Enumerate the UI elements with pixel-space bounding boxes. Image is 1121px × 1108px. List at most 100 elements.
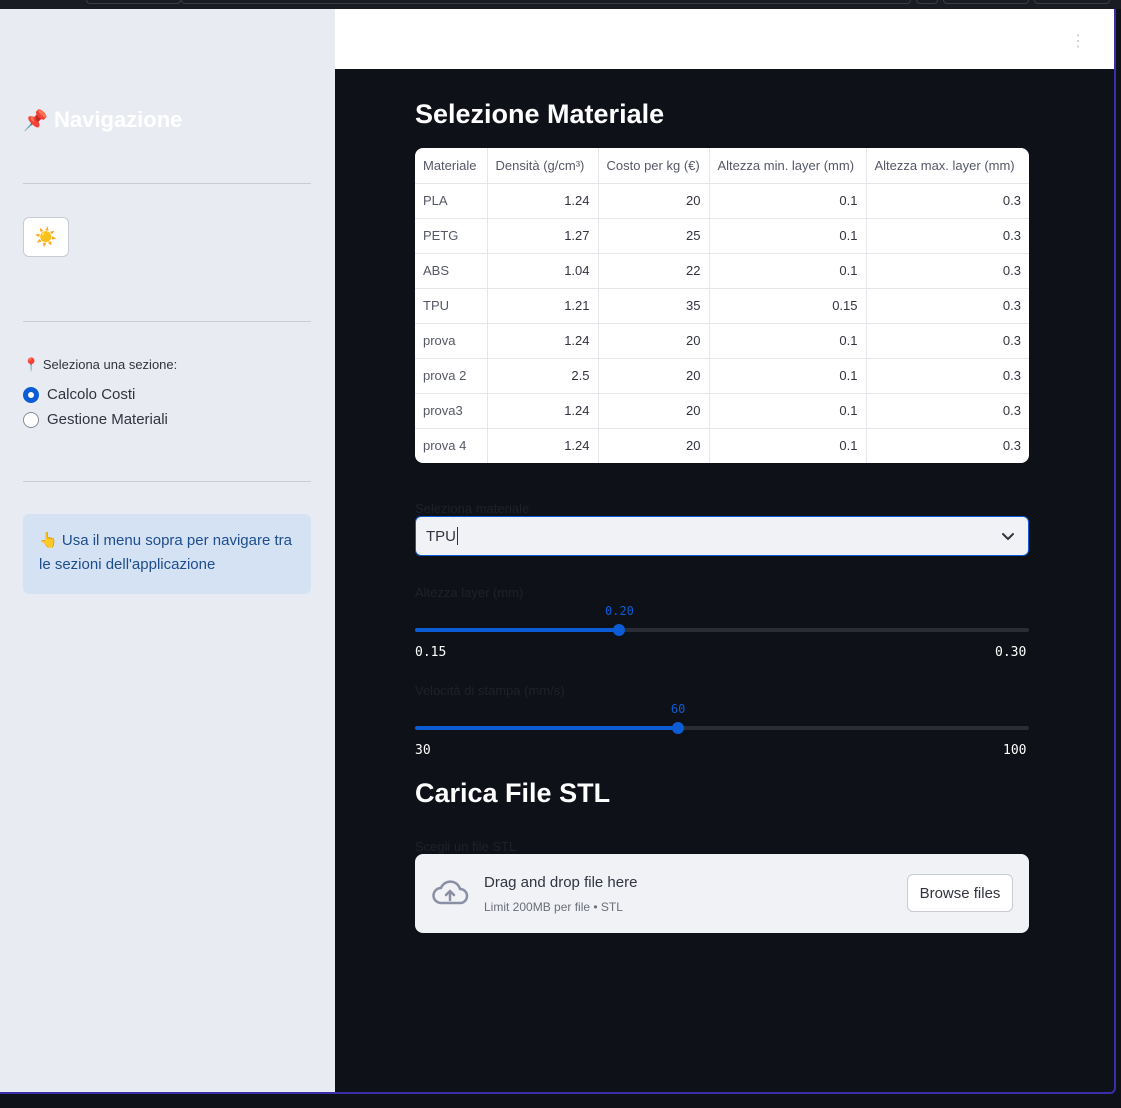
table-cell[interactable]: 0.3 [866, 218, 1029, 254]
table-cell[interactable]: prova 4 [415, 428, 488, 463]
pointing-up-icon: 👆 [39, 532, 58, 549]
radio-unselected-icon[interactable] [23, 411, 39, 428]
info-text: Usa il menu sopra per navigare tra le se… [39, 532, 292, 573]
toolbar-button[interactable] [916, 0, 938, 4]
chevron-down-icon[interactable] [1000, 528, 1016, 544]
radio-gestione-materiali[interactable]: Gestione Materiali [23, 411, 168, 428]
table-cell[interactable]: 20 [598, 393, 710, 429]
table-cell[interactable]: 0.1 [709, 323, 867, 359]
slider-min-label: 30 [415, 743, 431, 758]
section-radio-label: 📍 Seleziona una sezione: [23, 357, 177, 373]
table-cell[interactable]: 0.3 [866, 183, 1029, 219]
address-bar[interactable] [181, 0, 911, 4]
slider-max-label: 0.30 [995, 645, 1027, 660]
toolbar-button[interactable] [1034, 0, 1110, 4]
browser-tab[interactable] [86, 0, 181, 4]
table-cell[interactable]: 0.3 [866, 288, 1029, 324]
slider-thumb[interactable] [613, 624, 626, 636]
table-row[interactable]: prova 1.24 20 0.1 0.3 [415, 323, 1029, 359]
table-cell[interactable]: 1.24 [487, 323, 599, 359]
table-row[interactable]: PLA 1.24 20 0.1 0.3 [415, 183, 1029, 219]
table-cell[interactable]: 20 [598, 183, 710, 219]
sidebar: 📌 Navigazione ☀️ 📍 Seleziona una sezione… [0, 9, 335, 1092]
app-header: ⋮ [335, 9, 1114, 69]
main-content: Selezione Materiale Materiale Densità (g… [335, 69, 1114, 1092]
table-row[interactable]: ABS 1.04 22 0.1 0.3 [415, 253, 1029, 289]
material-select[interactable]: TPU [415, 516, 1029, 556]
slider-fill [415, 628, 620, 632]
table-cell[interactable]: ABS [415, 253, 488, 289]
table-cell[interactable]: TPU [415, 288, 488, 324]
file-dropzone[interactable]: Drag and drop file here Limit 200MB per … [415, 854, 1029, 933]
table-cell[interactable]: 0.3 [866, 358, 1029, 394]
radio-selected-icon[interactable] [23, 386, 39, 403]
table-cell[interactable]: 20 [598, 323, 710, 359]
table-cell[interactable]: 1.24 [487, 428, 599, 463]
table-row[interactable]: TPU 1.21 35 0.15 0.3 [415, 288, 1029, 324]
table-cell[interactable]: PLA [415, 183, 488, 219]
sidebar-title-text: Navigazione [54, 107, 183, 132]
more-menu-icon[interactable]: ⋮ [1070, 31, 1086, 51]
table-cell[interactable]: 0.15 [709, 288, 867, 324]
material-section-title: Selezione Materiale [415, 99, 665, 129]
theme-toggle-button[interactable]: ☀️ [23, 217, 69, 257]
column-header[interactable]: Materiale [415, 148, 488, 184]
table-cell[interactable]: 20 [598, 428, 710, 463]
column-header[interactable]: Densità (g/cm³) [487, 148, 599, 184]
column-header[interactable]: Altezza max. layer (mm) [866, 148, 1029, 184]
table-cell[interactable]: 0.1 [709, 183, 867, 219]
toolbar-button[interactable] [943, 0, 1029, 4]
column-header[interactable]: Altezza min. layer (mm) [709, 148, 867, 184]
table-cell[interactable]: prova3 [415, 393, 488, 429]
browse-files-button[interactable]: Browse files [907, 874, 1013, 912]
table-cell[interactable]: 1.24 [487, 393, 599, 429]
table-cell[interactable]: PETG [415, 218, 488, 254]
round-pushpin-icon: 📍 [23, 357, 40, 372]
table-cell[interactable]: 1.21 [487, 288, 599, 324]
table-row[interactable]: prova 4 1.24 20 0.1 0.3 [415, 428, 1029, 463]
table-cell[interactable]: 0.1 [709, 218, 867, 254]
layer-height-slider[interactable]: 0.20 [415, 604, 1029, 636]
table-cell[interactable]: 0.3 [866, 428, 1029, 463]
table-cell[interactable]: 0.3 [866, 253, 1029, 289]
table-cell[interactable]: 0.1 [709, 358, 867, 394]
column-header[interactable]: Costo per kg (€) [598, 148, 710, 184]
table-cell[interactable]: 0.1 [709, 393, 867, 429]
divider [23, 321, 311, 322]
app-frame: 📌 Navigazione ☀️ 📍 Seleziona una sezione… [0, 9, 1116, 1094]
table-row[interactable]: PETG 1.27 25 0.1 0.3 [415, 218, 1029, 254]
material-select-value: TPU [426, 527, 456, 545]
table-cell[interactable]: 1.27 [487, 218, 599, 254]
text-cursor [457, 527, 458, 545]
table-cell[interactable]: 22 [598, 253, 710, 289]
table-cell[interactable]: prova 2 [415, 358, 488, 394]
table-cell[interactable]: 0.3 [866, 393, 1029, 429]
print-speed-slider[interactable]: 60 [415, 702, 1029, 734]
upload-section-title: Carica File STL [415, 778, 611, 808]
table-cell[interactable]: 1.04 [487, 253, 599, 289]
table-row[interactable]: prova3 1.24 20 0.1 0.3 [415, 393, 1029, 429]
table-header-row: Materiale Densità (g/cm³) Costo per kg (… [415, 148, 1029, 184]
table-cell[interactable]: 0.3 [866, 323, 1029, 359]
radio-option-label: Gestione Materiali [47, 411, 168, 428]
divider [23, 183, 311, 184]
table-cell[interactable]: 1.24 [487, 183, 599, 219]
slider-fill [415, 726, 679, 730]
table-cell[interactable]: 20 [598, 358, 710, 394]
radio-calcolo-costi[interactable]: Calcolo Costi [23, 386, 135, 403]
table-cell[interactable]: 0.1 [709, 428, 867, 463]
slider-value: 0.20 [605, 604, 634, 618]
section-radio-label-text: Seleziona una sezione: [42, 357, 178, 372]
table-cell[interactable]: prova [415, 323, 488, 359]
materials-table[interactable]: Materiale Densità (g/cm³) Costo per kg (… [415, 148, 1029, 463]
table-cell[interactable]: 2.5 [487, 358, 599, 394]
cloud-upload-icon [432, 880, 469, 905]
slider-thumb[interactable] [672, 722, 685, 734]
sidebar-title: 📌 Navigazione [23, 107, 182, 133]
table-cell[interactable]: 0.1 [709, 253, 867, 289]
table-cell[interactable]: 25 [598, 218, 710, 254]
divider [23, 481, 311, 482]
info-box: 👆 Usa il menu sopra per navigare tra le … [23, 514, 311, 594]
table-row[interactable]: prova 2 2.5 20 0.1 0.3 [415, 358, 1029, 394]
table-cell[interactable]: 35 [598, 288, 710, 324]
